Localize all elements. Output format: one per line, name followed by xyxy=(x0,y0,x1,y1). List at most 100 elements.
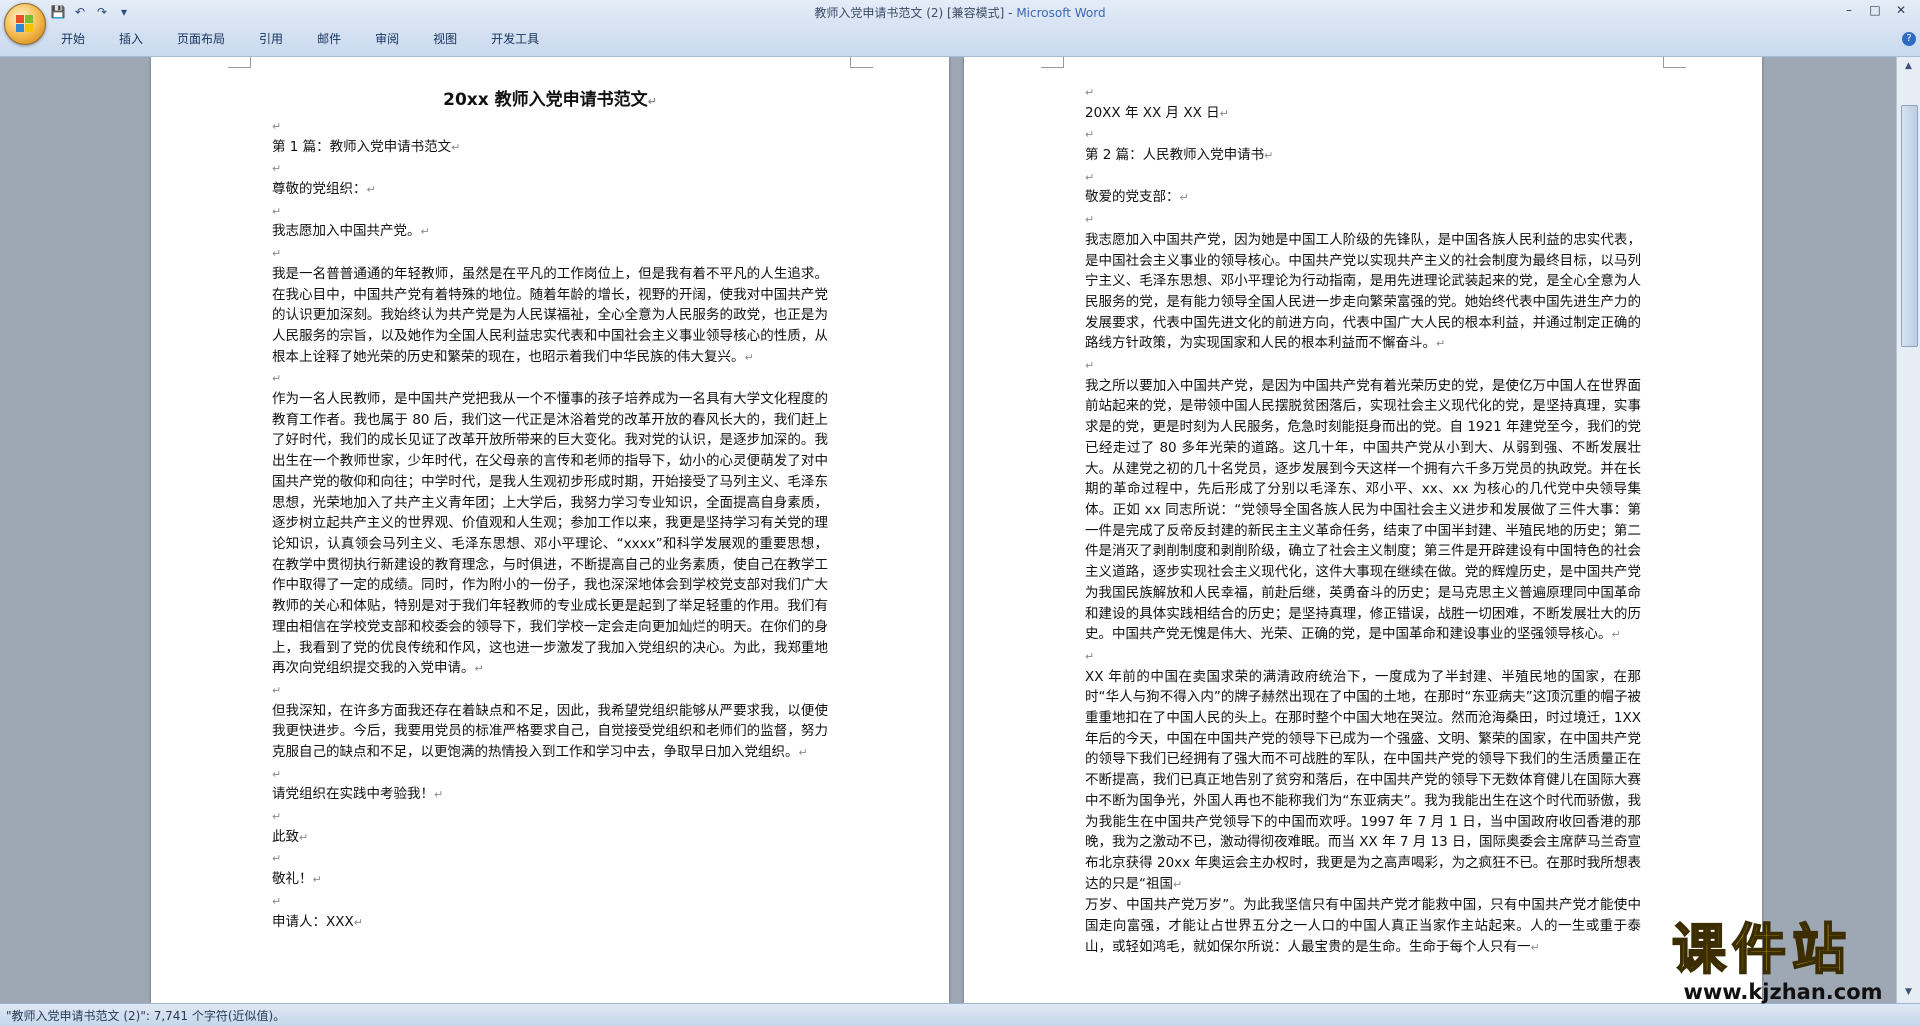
paragraph-mark-icon: ↵ xyxy=(366,183,376,197)
empty-paragraph: ↵ xyxy=(1085,646,1641,667)
paragraph: 20XX 年 XX 月 XX 日↵ xyxy=(1085,103,1641,125)
paragraph-mark-icon: ↵ xyxy=(272,247,282,261)
paragraph-text: 请党组织在实践中考验我！ xyxy=(272,786,434,803)
ribbon-tab[interactable]: 视图 xyxy=(416,28,474,50)
scroll-thumb[interactable] xyxy=(1901,105,1918,347)
page-right[interactable]: ↵ 20XX 年 XX 月 XX 日↵ ↵ 第 2 篇：人民教师入党申请书↵ ↵ 敬爱的党… xyxy=(964,57,1762,1003)
paragraph: 请党组织在实践中考验我！↵ xyxy=(272,784,828,806)
crop-mark xyxy=(228,57,251,68)
page-right-content[interactable]: ↵ 20XX 年 XX 月 XX 日↵ ↵ 第 2 篇：人民教师入党申请书↵ ↵ 敬爱的党… xyxy=(1085,82,1641,958)
paragraph-text: XX 年前的中国在卖国求荣的满清政府统治下，一度成为了半封建、半殖民地的国家，在… xyxy=(1085,668,1642,892)
crop-mark xyxy=(1663,57,1686,68)
empty-paragraph: ↵ xyxy=(272,848,828,869)
empty-paragraph: ↵ xyxy=(272,201,828,222)
paragraph-mark-icon: ↵ xyxy=(272,767,282,781)
paragraph: 此致↵ xyxy=(272,827,828,849)
empty-paragraph: ↵ xyxy=(272,116,828,137)
ribbon-tab[interactable]: 邮件 xyxy=(300,28,358,50)
paragraph-mark-icon: ↵ xyxy=(1085,359,1095,373)
paragraph-text: 第 2 篇：人民教师入党申请书 xyxy=(1085,147,1265,164)
maximize-icon[interactable]: □ xyxy=(1862,2,1888,18)
paragraph-mark-icon: ↵ xyxy=(798,746,808,759)
ribbon-tab[interactable]: 插入 xyxy=(102,28,160,50)
paragraph-mark-icon: ↵ xyxy=(1611,628,1621,642)
crop-mark xyxy=(1041,57,1064,68)
paragraph-mark-icon: ↵ xyxy=(272,852,282,866)
help-icon[interactable]: ? xyxy=(1902,32,1916,46)
paragraph-mark-icon: ↵ xyxy=(1179,191,1189,205)
paragraph-mark-icon: ↵ xyxy=(1085,170,1095,184)
paragraph-mark-icon: ↵ xyxy=(474,662,484,676)
document-title: 教师入党申请书范文 (2) [兼容模式] - xyxy=(814,6,1017,20)
paragraph-mark-icon: ↵ xyxy=(312,873,322,887)
paragraph-text: 尊敬的党组织： xyxy=(272,181,367,198)
paragraph-mark-icon: ↵ xyxy=(451,140,461,154)
paragraph: 尊敬的党组织：↵ xyxy=(272,179,828,201)
paragraph: 我之所以要加入中国共产党，是因为中国共产党有着光荣历史的党，是使亿万中国人在世界… xyxy=(1085,376,1641,646)
close-icon[interactable]: ✕ xyxy=(1888,2,1914,18)
ribbon-tab[interactable]: 开始 xyxy=(44,28,102,50)
paragraph: 敬礼！↵ xyxy=(272,869,828,891)
paragraph-mark-icon: ↵ xyxy=(1085,128,1095,142)
empty-paragraph: ↵ xyxy=(1085,355,1641,376)
paragraph-mark-icon: ↵ xyxy=(1219,106,1229,120)
paragraph-mark-icon: ↵ xyxy=(1264,149,1274,163)
paragraph-mark-icon: ↵ xyxy=(1085,213,1095,227)
paragraph: 第 1 篇：教师入党申请书范文↵ xyxy=(272,137,828,159)
paragraph: 申请人：XXX↵ xyxy=(272,912,828,934)
paragraph-mark-icon: ↵ xyxy=(272,162,282,176)
paragraph-mark-icon: ↵ xyxy=(272,683,282,697)
paragraph-text: 20XX 年 XX 月 XX 日 xyxy=(1085,104,1220,121)
ribbon-tab[interactable]: 开发工具 xyxy=(474,28,556,50)
empty-paragraph: ↵ xyxy=(272,764,828,785)
paragraph-mark-icon: ↵ xyxy=(1530,940,1540,954)
word-count-status[interactable]: "教师入党申请书范文 (2)": 7,741 个字符(近似值)。 xyxy=(6,1007,285,1024)
vertical-scrollbar[interactable]: ▲ ▼ xyxy=(1896,57,1920,1003)
paragraph-text: 我志愿加入中国共产党，因为她是中国工人阶级的先锋队，是中国各族人民利益的忠实代表… xyxy=(1085,231,1641,352)
paragraph-mark-icon: ↵ xyxy=(299,830,309,844)
paragraph: 但我深知，在许多方面我还存在着缺点和不足，因此，我希望党组织能够从严要求我，以便… xyxy=(272,701,828,764)
watermark-logo: 课件站 www.kjzhan.com xyxy=(1671,918,1902,1010)
page-left[interactable]: 20xx 教师入党申请书范文↵ ↵ 第 1 篇：教师入党申请书范文↵ ↵ 尊敬的党组织… xyxy=(151,57,949,1003)
paragraph: 万岁、中国共产党万岁”。为此我坚信只有中国共产党才能救中国，只有中国共产党才能使… xyxy=(1085,895,1641,958)
scroll-up-icon[interactable]: ▲ xyxy=(1901,59,1916,73)
ribbon-tab[interactable]: 引用 xyxy=(242,28,300,50)
empty-paragraph: ↵ xyxy=(272,891,828,912)
paragraph-mark-icon: ↵ xyxy=(272,810,282,824)
paragraph: 我志愿加入中国共产党。↵ xyxy=(272,221,828,243)
paragraph-mark-icon: ↵ xyxy=(744,350,754,364)
empty-paragraph: ↵ xyxy=(272,368,828,389)
paragraph-text: 敬爱的党支部： xyxy=(1085,189,1180,206)
paragraph-text: 万岁、中国共产党万岁”。为此我坚信只有中国共产党才能救中国，只有中国共产党才能使… xyxy=(1085,897,1641,955)
paragraph: 我是一名普普通通的年轻教师，虽然是在平凡的工作岗位上，但是我有着不平凡的人生追求… xyxy=(272,264,828,369)
paragraph-text: 我之所以要加入中国共产党，是因为中国共产党有着光荣历史的党，是使亿万中国人在世界… xyxy=(1085,377,1641,643)
paragraph-text: 我志愿加入中国共产党。 xyxy=(272,223,421,240)
window-title: 教师入党申请书范文 (2) [兼容模式] - Microsoft Word xyxy=(0,4,1920,21)
ribbon-tab[interactable]: 审阅 xyxy=(358,28,416,50)
paragraph: XX 年前的中国在卖国求荣的满清政府统治下，一度成为了半封建、半殖民地的国家，在… xyxy=(1085,667,1641,896)
status-bar: "教师入党申请书范文 (2)": 7,741 个字符(近似值)。 xyxy=(0,1003,1920,1026)
paragraph: 我志愿加入中国共产党，因为她是中国工人阶级的先锋队，是中国各族人民利益的忠实代表… xyxy=(1085,230,1641,355)
title-bar: 💾 ↶ ↷ ▾ 教师入党申请书范文 (2) [兼容模式] - Microsoft… xyxy=(0,0,1920,57)
paragraph-mark-icon: ↵ xyxy=(1173,877,1183,891)
paragraph-text: 作为一名人民教师，是中国共产党把我从一个不懂事的孩子培养成为一名具有大学文化程度… xyxy=(272,391,828,677)
paragraph-mark-icon: ↵ xyxy=(272,204,282,218)
paragraph-mark-icon: ↵ xyxy=(434,788,444,802)
watermark-text: 课件站 xyxy=(1671,918,1852,981)
empty-paragraph: ↵ xyxy=(1085,82,1641,103)
window-controls: – □ ✕ xyxy=(1836,2,1914,18)
paragraph: 第 2 篇：人民教师入党申请书↵ xyxy=(1085,145,1641,167)
watermark-url: www.kjzhan.com xyxy=(1683,980,1883,1004)
empty-paragraph: ↵ xyxy=(272,158,828,179)
page-left-content[interactable]: 20xx 教师入党申请书范文↵ ↵ 第 1 篇：教师入党申请书范文↵ ↵ 尊敬的党组织… xyxy=(272,82,828,933)
empty-paragraph: ↵ xyxy=(1085,209,1641,230)
scroll-down-icon[interactable]: ▼ xyxy=(1901,985,1916,999)
paragraph-text: 但我深知，在许多方面我还存在着缺点和不足，因此，我希望党组织能够从严要求我，以便… xyxy=(272,702,828,760)
minimize-icon[interactable]: – xyxy=(1836,2,1862,18)
empty-paragraph: ↵ xyxy=(1085,124,1641,145)
ribbon-tab[interactable]: 页面布局 xyxy=(160,28,242,50)
crop-mark xyxy=(850,57,873,68)
empty-paragraph: ↵ xyxy=(272,243,828,264)
paragraph-mark-icon: ↵ xyxy=(272,894,282,908)
paragraph-mark-icon: ↵ xyxy=(420,225,430,239)
